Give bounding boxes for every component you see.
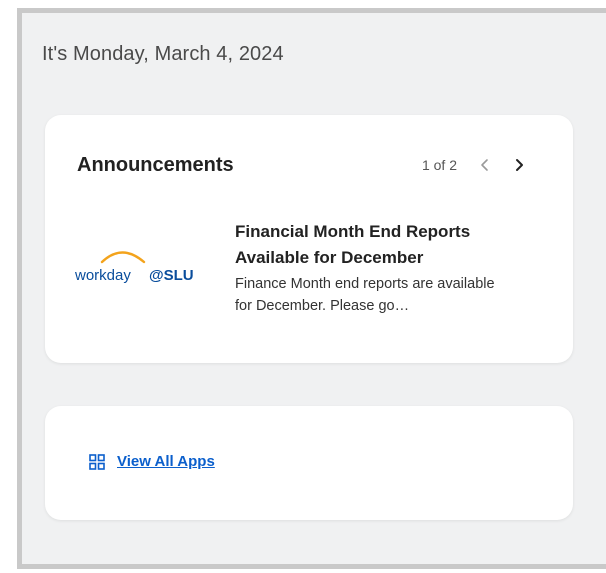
workday-slu-logo[interactable]: workday @SLU: [74, 246, 205, 286]
pager-count: 1 of 2: [421, 157, 457, 173]
date-heading: It's Monday, March 4, 2024: [42, 43, 284, 65]
logo-suffix: @SLU: [149, 267, 194, 284]
apps-card: View All Apps: [45, 406, 573, 520]
view-all-apps-label[interactable]: View All Apps: [117, 453, 215, 470]
workday-logo-icon: workday @SLU: [74, 251, 194, 284]
previous-button[interactable]: [475, 155, 495, 175]
view-all-apps-link[interactable]: View All Apps: [89, 453, 215, 470]
home-panel: It's Monday, March 4, 2024 Announcements…: [17, 8, 606, 569]
logo-word: workday: [75, 267, 131, 284]
next-button[interactable]: [509, 155, 529, 175]
announcement-title[interactable]: Financial Month End Reports Available fo…: [235, 219, 535, 271]
chevron-left-icon: [481, 159, 488, 171]
announcements-pager: 1 of 2: [422, 155, 529, 175]
grid-icon: [89, 453, 105, 470]
announcement-item[interactable]: Financial Month End Reports Available fo…: [235, 219, 555, 317]
announcements-title: Announcements: [77, 154, 234, 176]
announcements-card: Announcements 1 of 2 workday @SLU Financ…: [45, 115, 573, 363]
announcement-description: Finance Month end reports are available …: [235, 276, 495, 314]
chevron-right-icon: [516, 159, 523, 171]
